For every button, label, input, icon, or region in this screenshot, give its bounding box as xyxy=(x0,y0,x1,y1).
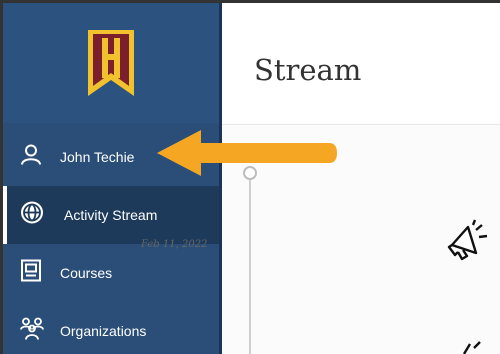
sidebar-item-label: John Techie xyxy=(60,149,135,165)
megaphone-icon-partial xyxy=(462,341,481,354)
sidebar-item-label: Organizations xyxy=(60,323,147,339)
institution-logo[interactable] xyxy=(86,28,136,98)
user-icon xyxy=(19,143,43,172)
sidebar-item-organizations[interactable]: Organizations xyxy=(3,302,219,354)
page-title: Stream xyxy=(254,53,362,87)
app-window: John Techie Activity Stream Courses Orga… xyxy=(3,3,500,354)
timeline-line xyxy=(249,179,251,354)
logo-area xyxy=(3,3,219,123)
organizations-icon xyxy=(19,316,45,347)
callout-arrow xyxy=(157,130,337,176)
courses-icon xyxy=(19,259,43,288)
globe-icon xyxy=(19,200,45,231)
stream-entry-date: Feb 11, 2022 xyxy=(141,239,208,250)
megaphone-icon[interactable] xyxy=(446,219,490,263)
sidebar-item-courses[interactable]: Courses xyxy=(3,244,219,302)
page-header: Stream xyxy=(222,3,500,125)
sidebar-item-activity-stream[interactable]: Activity Stream xyxy=(3,186,219,244)
sidebar-item-label: Activity Stream xyxy=(64,207,158,223)
sidebar-item-label: Courses xyxy=(60,265,113,281)
